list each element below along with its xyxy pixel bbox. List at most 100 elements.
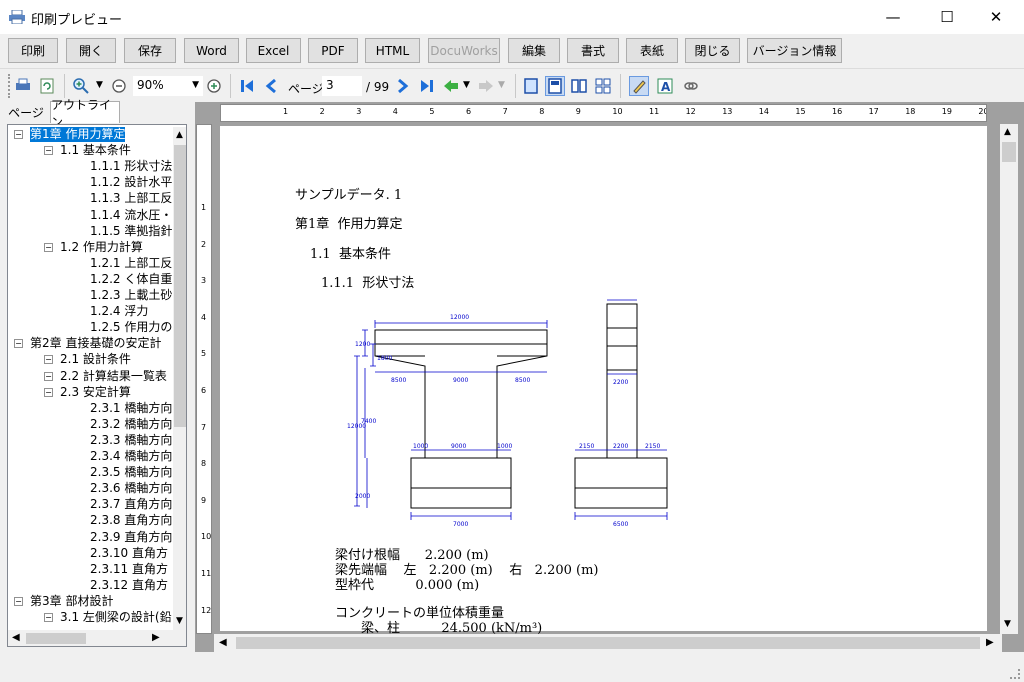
tree-node[interactable]: 2.3.2 橋軸方向: [90, 417, 172, 432]
last-page-icon[interactable]: [418, 77, 436, 95]
tree-expander-icon[interactable]: −: [44, 146, 53, 156]
tree-node[interactable]: 2.1 設計条件: [60, 352, 131, 367]
tree-expander-icon[interactable]: −: [44, 242, 53, 252]
tab-outline[interactable]: アウトライン: [50, 98, 120, 129]
tree-expander-icon[interactable]: −: [14, 596, 23, 606]
tree-node[interactable]: 1.1 基本条件: [60, 143, 131, 158]
preview-horizontal-scrollbar[interactable]: ◀ ▶: [214, 634, 1002, 652]
scroll-thumb[interactable]: [1002, 142, 1016, 162]
single-page-icon[interactable]: [522, 77, 540, 95]
pdf-button[interactable]: PDF: [308, 38, 358, 63]
print-button[interactable]: 印刷: [8, 38, 58, 63]
tree-node[interactable]: 2.3.3 橋軸方向: [90, 433, 172, 448]
scroll-left-icon[interactable]: ◀: [12, 632, 20, 643]
tree-node[interactable]: 2.3.11 直角方: [90, 562, 168, 577]
tree-node[interactable]: 第3章 部材設計: [30, 594, 113, 609]
save-button[interactable]: 保存: [124, 38, 176, 63]
back-dropdown-icon[interactable]: ▼: [463, 80, 470, 90]
tree-node[interactable]: 2.3.8 直角方向: [90, 513, 172, 528]
tree-expander-icon[interactable]: −: [14, 130, 23, 139]
next-page-icon[interactable]: [394, 77, 412, 95]
pen-icon[interactable]: [629, 76, 649, 96]
zoom-in-icon[interactable]: [72, 77, 90, 95]
tree-vertical-scrollbar[interactable]: ▲ ▼: [173, 127, 186, 632]
tree-node[interactable]: 1.2.2 く体自重: [90, 272, 172, 287]
tree-node[interactable]: 2.3.6 橋軸方向: [90, 481, 172, 496]
tree-expander-icon[interactable]: −: [14, 339, 23, 349]
first-page-icon[interactable]: [238, 77, 256, 95]
scroll-down-icon[interactable]: ▼: [176, 616, 183, 626]
tree-node[interactable]: 第1章 作用力算定: [30, 127, 126, 142]
zoom-out-icon[interactable]: [110, 77, 128, 95]
forward-dropdown-icon[interactable]: ▼: [498, 80, 505, 90]
tree-node[interactable]: 1.1.2 設計水平: [90, 175, 172, 190]
zoom-combo[interactable]: 90% ▼: [133, 76, 203, 96]
tree-expander-icon[interactable]: −: [44, 371, 53, 381]
scroll-up-icon[interactable]: ▲: [1004, 127, 1011, 137]
tree-node[interactable]: 2.3.10 直角方: [90, 546, 168, 561]
format-button[interactable]: 書式: [567, 38, 619, 63]
tree-node[interactable]: 1.2 作用力計算: [60, 240, 143, 255]
tree-node[interactable]: 2.3 安定計算: [60, 385, 131, 400]
scroll-right-icon[interactable]: ▶: [152, 632, 160, 643]
print-setup-icon[interactable]: [14, 77, 32, 95]
scroll-down-icon[interactable]: ▼: [1004, 619, 1011, 629]
refresh-icon[interactable]: [38, 77, 56, 95]
tab-pages[interactable]: ページ: [4, 101, 48, 123]
dim-label: 6500: [613, 521, 628, 528]
two-page-icon[interactable]: [570, 77, 588, 95]
tree-node[interactable]: 3.1 左側梁の設計(鉛: [60, 610, 172, 625]
ruler-number: 2: [319, 107, 325, 116]
forward-arrow-icon[interactable]: [477, 77, 495, 95]
tree-node[interactable]: 2.3.1 橋軸方向: [90, 401, 172, 416]
scroll-right-icon[interactable]: ▶: [986, 637, 994, 648]
zoom-dropdown-icon[interactable]: ▼: [96, 80, 103, 90]
fit-page-icon[interactable]: [545, 76, 565, 96]
tree-node[interactable]: 1.2.4 浮力: [90, 304, 148, 319]
resize-grip-icon[interactable]: [1010, 669, 1020, 679]
excel-button[interactable]: Excel: [246, 38, 301, 63]
link-icon[interactable]: [682, 77, 700, 95]
text-icon[interactable]: A: [656, 77, 674, 95]
edit-button[interactable]: 編集: [508, 38, 560, 63]
scroll-thumb[interactable]: [174, 145, 186, 427]
close-preview-button[interactable]: 閉じる: [685, 38, 740, 63]
tree-node[interactable]: 2.2 計算結果一覧表: [60, 369, 167, 384]
hscroll-thumb[interactable]: [26, 633, 86, 644]
tree-node[interactable]: 1.2.3 上載土砂: [90, 288, 172, 303]
tree-horizontal-scrollbar[interactable]: ◀ ▶: [8, 630, 186, 646]
tree-node[interactable]: 1.1.1 形状寸法: [90, 159, 172, 174]
maximize-button[interactable]: ☐: [924, 0, 970, 34]
preview-vertical-scrollbar[interactable]: ▲ ▼: [1000, 124, 1018, 634]
tree-expander-icon[interactable]: −: [44, 387, 53, 397]
hscroll-thumb[interactable]: [236, 637, 980, 649]
open-button[interactable]: 開く: [66, 38, 116, 63]
tree-expander-icon[interactable]: −: [44, 613, 53, 622]
docuworks-button[interactable]: DocuWorks: [428, 38, 500, 63]
tree-node[interactable]: 2.3.9 直角方向: [90, 530, 172, 545]
html-button[interactable]: HTML: [365, 38, 420, 63]
tree-expander-icon[interactable]: −: [44, 355, 53, 365]
page-number-input[interactable]: 3: [322, 76, 362, 96]
tree-node[interactable]: 2.3.5 橋軸方向: [90, 465, 172, 480]
minimize-button[interactable]: —: [870, 0, 916, 34]
tree-node[interactable]: 2.3.7 直角方向: [90, 497, 172, 512]
tree-node[interactable]: 1.2.5 作用力の: [90, 320, 172, 335]
scroll-up-icon[interactable]: ▲: [176, 130, 183, 140]
cover-button[interactable]: 表紙: [626, 38, 678, 63]
prev-page-icon[interactable]: [262, 77, 280, 95]
tree-node[interactable]: 第2章 直接基礎の安定計: [30, 336, 161, 351]
tree-node[interactable]: 2.3.12 直角方: [90, 578, 168, 593]
zoom-fit-icon[interactable]: [205, 77, 223, 95]
tree-node[interactable]: 1.2.1 上部工反: [90, 256, 172, 271]
version-info-button[interactable]: バージョン情報: [747, 38, 842, 63]
four-page-icon[interactable]: [594, 77, 612, 95]
tree-node[interactable]: 1.1.4 流水圧・: [90, 208, 172, 223]
tree-node[interactable]: 2.3.4 橋軸方向: [90, 449, 172, 464]
close-button[interactable]: ✕: [973, 0, 1019, 34]
back-arrow-icon[interactable]: [442, 77, 460, 95]
tree-node[interactable]: 1.1.3 上部工反: [90, 191, 172, 206]
word-button[interactable]: Word: [184, 38, 239, 63]
scroll-left-icon[interactable]: ◀: [219, 637, 227, 648]
tree-node[interactable]: 1.1.5 準拠指針: [90, 224, 172, 239]
